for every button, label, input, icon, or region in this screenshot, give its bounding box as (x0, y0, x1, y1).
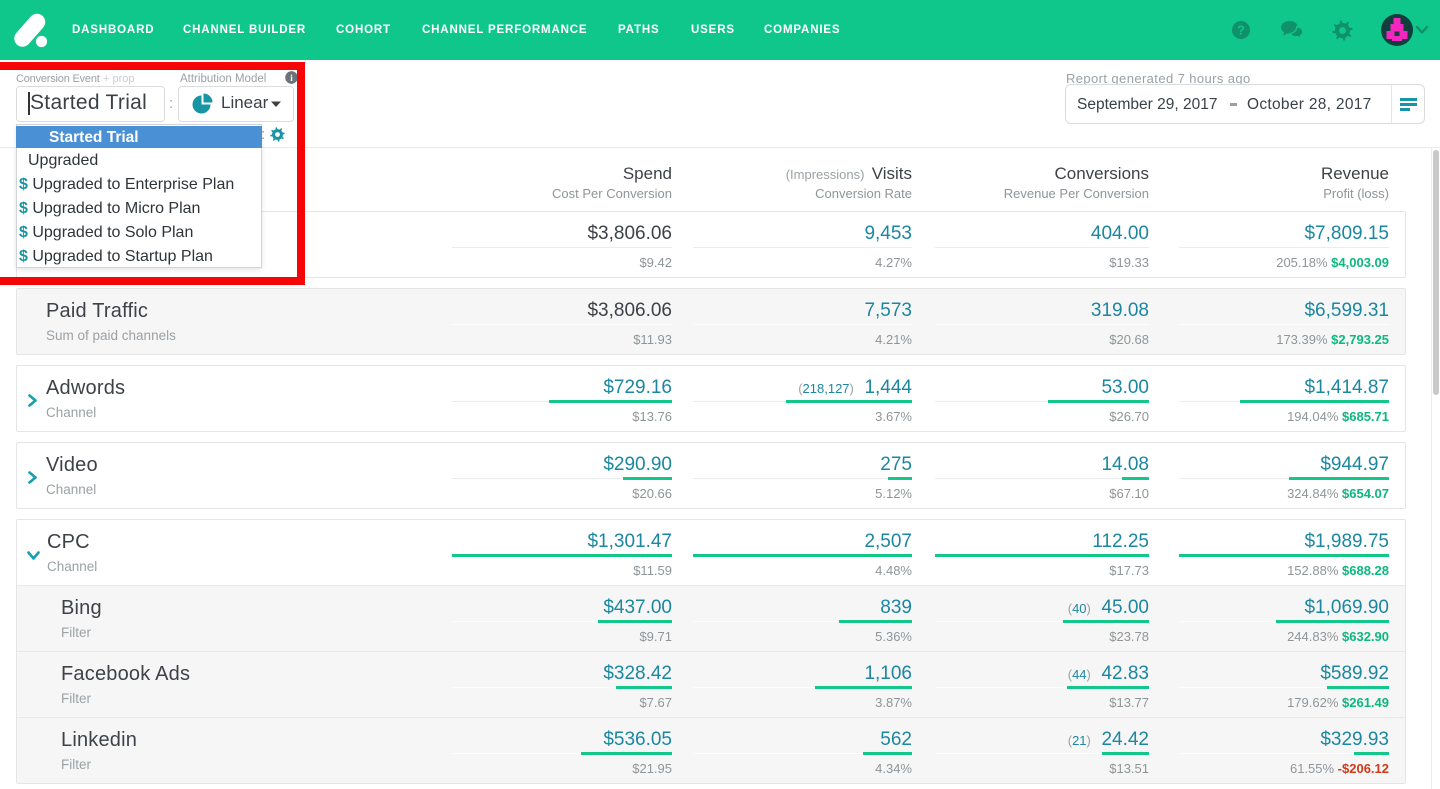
svg-text:?: ? (1237, 23, 1245, 38)
